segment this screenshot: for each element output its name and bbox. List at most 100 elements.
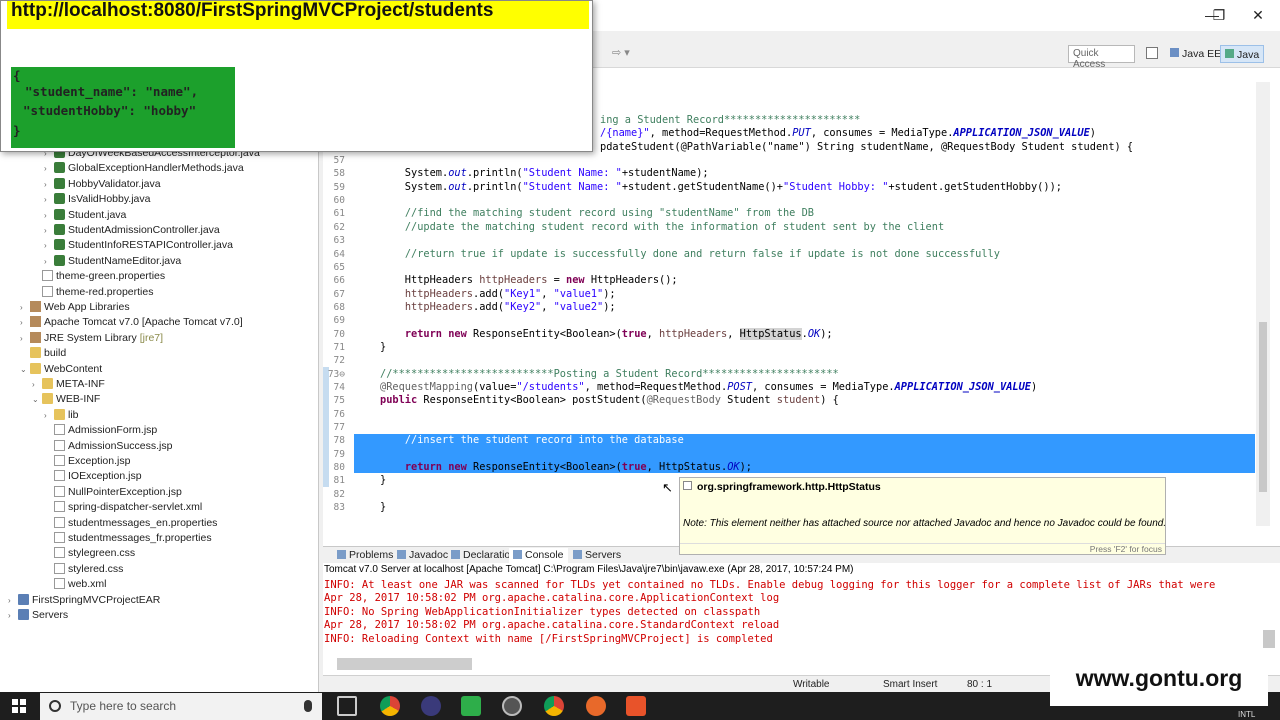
tree-item[interactable]: › Web App Libraries	[20, 300, 130, 315]
file-icon	[54, 470, 65, 482]
console-hscroll-thumb[interactable]	[337, 658, 472, 670]
tree-item-label: Servers	[32, 609, 69, 621]
expand-toggle-icon[interactable]: ›	[44, 238, 54, 253]
expand-toggle-icon[interactable]: ›	[44, 161, 54, 176]
tree-item[interactable]: › lib	[44, 408, 79, 423]
tree-item[interactable]: stylered.css	[44, 562, 123, 577]
tree-item[interactable]: › Student.java	[44, 208, 126, 223]
tab-declaration[interactable]: Declaration	[451, 548, 516, 563]
tree-item[interactable]: ⌄ WEB-INF	[32, 392, 100, 407]
console-vscroll-thumb[interactable]	[1263, 630, 1275, 648]
tree-item-label: web.xml	[68, 578, 107, 591]
tree-item[interactable]: spring-dispatcher-servlet.xml	[44, 500, 202, 515]
expand-toggle-icon[interactable]: ⌄	[32, 392, 42, 407]
line-number: 72	[333, 355, 345, 367]
quick-access-input[interactable]: Quick Access	[1068, 45, 1135, 70]
taskbar-search-input[interactable]: Type here to search	[40, 693, 322, 720]
declaration-tab-icon	[451, 550, 460, 559]
tree-item[interactable]: AdmissionForm.jsp	[44, 423, 157, 438]
chrome-icon-2[interactable]	[544, 696, 564, 716]
expand-toggle-icon[interactable]: ›	[8, 608, 18, 623]
expand-toggle-icon[interactable]: ›	[44, 208, 54, 223]
microphone-icon[interactable]	[304, 700, 312, 712]
tab-servers[interactable]: Servers	[573, 548, 621, 563]
line-number: 77	[333, 422, 345, 434]
code-line: return new ResponseEntity<Boolean>(true,…	[404, 327, 833, 340]
tree-item[interactable]: IOException.jsp	[44, 469, 142, 484]
tree-item-label: WEB-INF	[56, 393, 101, 406]
code-line: System.out.println("Student Name: "+stud…	[380, 180, 1062, 193]
tree-item[interactable]: › IsValidHobby.java	[44, 192, 151, 207]
tab-javadoc[interactable]: Javadoc	[397, 548, 448, 563]
tree-item[interactable]: › Servers	[8, 608, 68, 623]
tree-item[interactable]: web.xml	[44, 577, 107, 592]
tree-item[interactable]: build	[20, 346, 66, 361]
proj-icon	[18, 593, 29, 605]
eclipse-icon[interactable]	[502, 696, 522, 716]
tree-item[interactable]: › StudentAdmissionController.java	[44, 223, 220, 238]
open-perspective-icon[interactable]	[1146, 47, 1158, 59]
close-button[interactable]: ✕	[1235, 0, 1280, 31]
tab-console[interactable]: Console	[509, 548, 568, 563]
tree-item[interactable]: › FirstSpringMVCProjectEAR	[8, 593, 160, 608]
expand-toggle-icon[interactable]: ›	[8, 593, 18, 608]
line-number: 58	[333, 168, 345, 180]
tree-item-label: IsValidHobby.java	[68, 193, 151, 206]
tree-item[interactable]: AdmissionSuccess.jsp	[44, 439, 172, 454]
tree-item[interactable]: › Apache Tomcat v7.0 [Apache Tomcat v7.0]	[20, 315, 243, 330]
line-number: 69	[333, 315, 345, 327]
tree-item[interactable]: stylegreen.css	[44, 546, 135, 561]
expand-toggle-icon[interactable]: ›	[20, 315, 30, 330]
tab-problems[interactable]: Problems	[337, 548, 393, 563]
expand-toggle-icon[interactable]: ›	[44, 192, 54, 207]
editor-vertical-scrollbar[interactable]	[1256, 82, 1270, 526]
code-line: }	[380, 340, 387, 353]
tree-item-label: IOException.jsp	[68, 470, 142, 483]
app-icon-1[interactable]	[421, 696, 441, 716]
camtasia-icon[interactable]	[461, 696, 481, 716]
console-line: Apr 28, 2017 10:58:02 PM org.apache.cata…	[324, 592, 780, 605]
tree-item[interactable]: theme-red.properties	[32, 285, 153, 300]
tree-item[interactable]: › StudentInfoRESTAPIController.java	[44, 238, 233, 253]
perspective-java[interactable]: Java	[1220, 45, 1265, 63]
tree-item[interactable]: theme-green.properties	[32, 269, 165, 284]
expand-toggle-icon[interactable]: ›	[44, 408, 54, 423]
line-number	[323, 515, 345, 528]
tooltip-title: org.springframework.http.HttpStatus	[697, 481, 881, 493]
app-icon-2[interactable]	[586, 696, 606, 716]
tree-item[interactable]: NullPointerException.jsp	[44, 485, 182, 500]
code-line: //find the matching student record using…	[404, 207, 814, 220]
expand-toggle-icon[interactable]: ›	[20, 300, 30, 315]
tab-label: Console	[525, 549, 564, 561]
perspective-java-ee[interactable]: Java EE	[1166, 45, 1225, 63]
folder-icon	[42, 378, 53, 389]
task-view-icon[interactable]	[337, 696, 357, 716]
tree-item[interactable]: studentmessages_en.properties	[44, 516, 217, 531]
chrome-icon[interactable]	[380, 696, 400, 716]
tree-item-label: StudentInfoRESTAPIController.java	[68, 239, 233, 252]
json-close-brace: }	[13, 123, 21, 138]
editor-scroll-thumb[interactable]	[1259, 322, 1267, 492]
start-icon[interactable]	[12, 699, 26, 713]
expand-toggle-icon[interactable]: ›	[32, 377, 42, 392]
tree-item[interactable]: › META-INF	[32, 377, 105, 392]
tree-item[interactable]: › JRE System Library [jre7]	[20, 331, 163, 346]
line-number: 61	[333, 208, 345, 220]
expand-toggle-icon[interactable]: ⌄	[20, 362, 30, 377]
file-icon	[54, 439, 65, 451]
code-line: HttpHeaders httpHeaders = new HttpHeader…	[380, 274, 678, 287]
tree-item[interactable]: › HobbyValidator.java	[44, 177, 161, 192]
expand-toggle-icon[interactable]: ›	[44, 223, 54, 238]
app-icon-3[interactable]	[626, 696, 646, 716]
line-number: 68	[333, 301, 345, 313]
code-line: public ResponseEntity<Boolean> postStude…	[380, 394, 839, 407]
tree-item[interactable]: › GlobalExceptionHandlerMethods.java	[44, 161, 244, 176]
expand-toggle-icon[interactable]: ›	[44, 254, 54, 269]
tree-item[interactable]: ⌄ WebContent	[20, 362, 102, 377]
expand-toggle-icon[interactable]: ›	[20, 331, 30, 346]
tree-item[interactable]: Exception.jsp	[44, 454, 130, 469]
expand-toggle-icon[interactable]: ›	[44, 177, 54, 192]
tree-item[interactable]: studentmessages_fr.properties	[44, 531, 212, 546]
forward-nav-icon[interactable]: ⇨ ▾	[612, 46, 630, 59]
tree-item[interactable]: › StudentNameEditor.java	[44, 254, 181, 269]
